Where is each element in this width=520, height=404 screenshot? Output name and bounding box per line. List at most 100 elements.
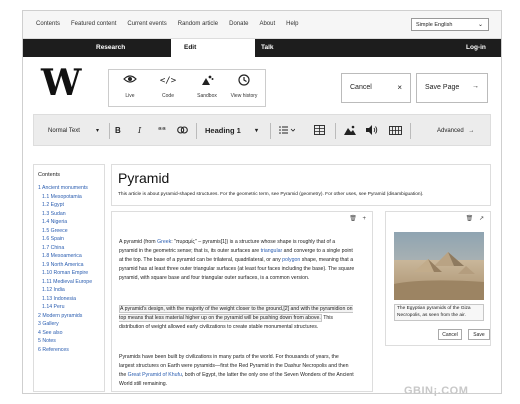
toc-item[interactable]: 1.10 Roman Empire [38, 269, 100, 278]
toc-item[interactable]: 1.11 Medieval Europe [38, 278, 100, 287]
film-icon [389, 125, 402, 135]
login-link[interactable]: Log-in [466, 44, 486, 51]
paragraph-3[interactable]: Pyramids have been built by civilization… [119, 353, 355, 389]
article-body: 🗑 + A pyramid (from Greek: "πυραμίς" – p… [111, 211, 373, 392]
live-label: Live [125, 93, 135, 99]
paragraph-style-label: Normal Text [48, 128, 80, 134]
link-icon [177, 126, 188, 134]
hatnote[interactable]: This article is about pyramid-shaped str… [118, 192, 484, 197]
toc-item[interactable]: 1.13 Indonesia [38, 295, 100, 304]
tab-talk[interactable]: Talk [261, 44, 274, 51]
image-button[interactable] [344, 123, 356, 139]
nav-link-featured[interactable]: Featured content [71, 21, 116, 27]
cancel-button[interactable]: Cancel [438, 329, 462, 340]
pyramids-photo[interactable] [394, 232, 484, 300]
image-card: 🗑 ↗ The Egyptian pyramids of the Giza Ne… [385, 211, 491, 346]
language-select-value: Simple English [416, 22, 453, 28]
chevron-down-icon: ⌄ [477, 22, 483, 28]
nav-link-help[interactable]: Help [286, 21, 298, 27]
advanced-label: Advanced [437, 128, 464, 134]
toc-item[interactable]: 1.12 India [38, 286, 100, 295]
p1-text: A pyramid (from [119, 239, 158, 245]
save-page-button[interactable]: Save Page → [416, 73, 488, 103]
chevron-down-icon: ▾ [96, 128, 100, 134]
arrow-right-icon: → [468, 128, 475, 134]
trash-icon[interactable]: 🗑 [349, 216, 357, 222]
watermark: GBIN¡.COM [404, 385, 469, 397]
tab-edit-label: Edit [184, 44, 197, 51]
link-button[interactable] [177, 123, 188, 139]
toc-item[interactable]: 3 Gallery [38, 320, 100, 329]
language-select[interactable]: Simple English ⌄ [411, 18, 489, 31]
toc-item[interactable]: 1.1 Mesopotamia [38, 193, 100, 202]
quote-button[interactable]: ““ [158, 123, 166, 139]
nav-link-about[interactable]: About [259, 21, 275, 27]
toc-item[interactable]: 2 Modern pyramids [38, 312, 100, 321]
audio-button[interactable] [366, 123, 378, 139]
toc-item[interactable]: 1 Ancient monuments [38, 184, 100, 193]
expand-icon[interactable]: ↗ [479, 216, 484, 222]
sandbox-label: Sandbox [197, 93, 217, 99]
live-view-button[interactable]: Live [111, 74, 149, 99]
nav-link-random-article[interactable]: Random article [178, 21, 218, 27]
link-polygon[interactable]: polygon [282, 257, 300, 263]
heading-select-label: Heading 1 [205, 126, 241, 135]
plus-icon[interactable]: + [362, 216, 366, 222]
page-title[interactable]: Pyramid [118, 170, 484, 186]
bold-button[interactable]: B [115, 123, 121, 139]
link-triangular[interactable]: triangular [261, 248, 283, 254]
tab-research[interactable]: Research [96, 44, 125, 51]
media-button[interactable] [389, 123, 402, 139]
toc-item[interactable]: 6 References [38, 346, 100, 355]
chevron-down-icon: ▾ [255, 128, 259, 134]
editor-toolbar: W Live </> Code Sandbox View history Can… [23, 57, 501, 113]
sandbox-button[interactable]: Sandbox [188, 74, 226, 99]
divider [109, 123, 110, 139]
p1-text: The base of a pyramid can be trilateral,… [142, 256, 283, 263]
toc-item[interactable]: 1.7 China [38, 244, 100, 253]
paragraph-style-select[interactable]: Normal Text ▾ [48, 123, 104, 139]
eye-icon [111, 74, 149, 88]
view-history-button[interactable]: View history [225, 74, 263, 99]
section-controls: 🗑 + [349, 215, 366, 222]
arrow-right-icon: → [472, 83, 479, 90]
tab-edit[interactable]: Edit [171, 39, 255, 57]
divider [270, 123, 271, 139]
list-button[interactable] [279, 123, 296, 139]
code-view-button[interactable]: </> Code [149, 74, 187, 99]
advanced-button[interactable]: Advanced → [437, 123, 474, 139]
toc-item[interactable]: 1.2 Egypt [38, 201, 100, 210]
link-greek[interactable]: Greek [157, 239, 171, 245]
toc-item[interactable]: 1.5 Greece [38, 227, 100, 236]
toc-item[interactable]: 5 Notes [38, 337, 100, 346]
toc-item[interactable]: 1.9 North America [38, 261, 100, 270]
save-button[interactable]: Save [468, 329, 490, 340]
trash-icon[interactable]: 🗑 [466, 216, 474, 222]
table-of-contents: Contents 1 Ancient monuments 1.1 Mesopota… [33, 164, 105, 392]
toc-item[interactable]: 1.3 Sudan [38, 210, 100, 219]
toc-title: Contents [38, 172, 61, 178]
title-section: Pyramid This article is about pyramid-sh… [111, 164, 491, 206]
nav-link-current-events[interactable]: Current events [127, 21, 166, 27]
heading-select[interactable]: Heading 1 ▾ [205, 123, 265, 139]
nav-link-donate[interactable]: Donate [229, 21, 248, 27]
toc-item[interactable]: 1.8 Mesoamerica [38, 252, 100, 261]
close-icon: × [397, 83, 402, 92]
view-tools: Live </> Code Sandbox View history [108, 69, 266, 107]
tab-bar: Research Edit Talk Log-in [23, 39, 501, 57]
toc-item[interactable]: 1.4 Nigeria [38, 218, 100, 227]
nav-link-contents[interactable]: Contents [36, 21, 60, 27]
table-button[interactable] [314, 123, 325, 139]
italic-button[interactable]: I [138, 123, 141, 139]
paragraph-2[interactable]: A pyramid's design, with the majority of… [119, 305, 355, 332]
image-caption[interactable]: The Egyptian pyramids of the Giza Necrop… [394, 304, 484, 321]
toc-item[interactable]: 1.6 Spain [38, 235, 100, 244]
selected-text: A pyramid's design, with the majority of… [119, 305, 353, 322]
image-icon [344, 126, 356, 136]
toc-item[interactable]: 4 See also [38, 329, 100, 338]
link-great-pyramid[interactable]: Great Pyramid of Khufu [128, 372, 182, 378]
divider [410, 123, 411, 139]
cancel-button[interactable]: Cancel × [341, 73, 411, 103]
paragraph-1[interactable]: A pyramid (from Greek: "πυραμίς" – pyram… [119, 238, 355, 283]
toc-item[interactable]: 1.14 Peru [38, 303, 100, 312]
